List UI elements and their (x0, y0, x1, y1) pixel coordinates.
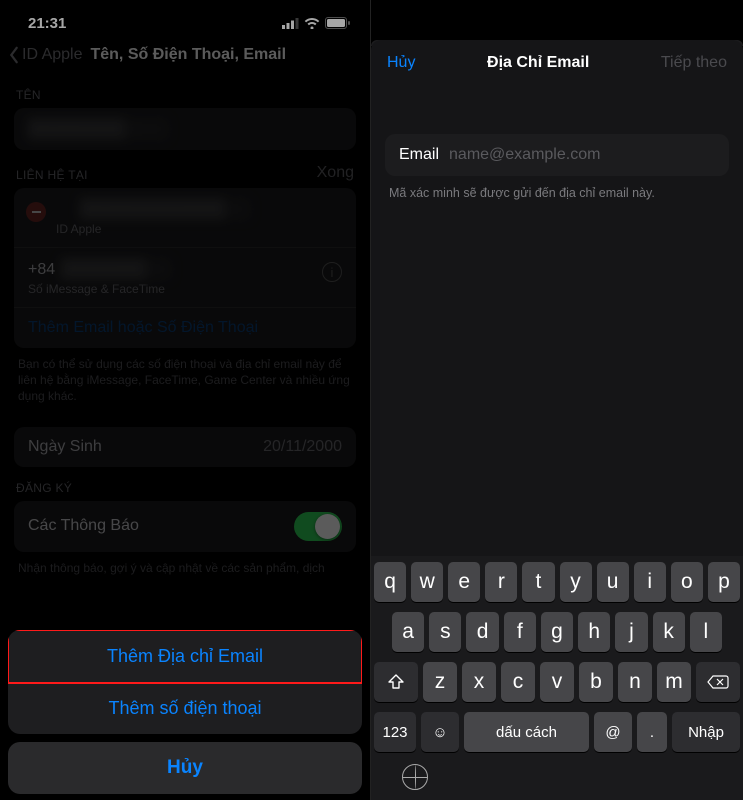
key-space[interactable]: dấu cách (464, 712, 589, 752)
email-placeholder[interactable]: name@example.com (449, 146, 600, 164)
key-e[interactable]: e (448, 562, 480, 602)
key-a[interactable]: a (392, 612, 424, 652)
modal-nav: Hủy Địa Chỉ Email Tiếp theo (371, 40, 743, 84)
add-email-button[interactable]: Thêm Địa chỉ Email (8, 630, 362, 684)
email-input-row[interactable]: Email name@example.com (385, 134, 729, 176)
key-o[interactable]: o (671, 562, 703, 602)
modal-cancel-button[interactable]: Hủy (387, 54, 415, 72)
key-s[interactable]: s (429, 612, 461, 652)
shift-icon (387, 674, 405, 690)
key-g[interactable]: g (541, 612, 573, 652)
key-t[interactable]: t (522, 562, 554, 602)
key-shift[interactable] (374, 662, 418, 702)
key-dot[interactable]: . (637, 712, 667, 752)
key-x[interactable]: x (462, 662, 496, 702)
kb-row2: a s d f g h j k l (374, 612, 740, 652)
key-r[interactable]: r (485, 562, 517, 602)
modal-sheet: Hủy Địa Chỉ Email Tiếp theo Email name@e… (371, 40, 743, 800)
key-f[interactable]: f (504, 612, 536, 652)
kb-bottom-row (374, 762, 740, 794)
key-u[interactable]: u (597, 562, 629, 602)
email-hint: Mã xác minh sẽ được gửi đến địa chỉ emai… (371, 176, 743, 200)
key-d[interactable]: d (466, 612, 498, 652)
kb-row1: q w e r t y u i o p (374, 562, 740, 602)
key-c[interactable]: c (501, 662, 535, 702)
key-h[interactable]: h (578, 612, 610, 652)
add-phone-button[interactable]: Thêm số điện thoại (8, 683, 362, 734)
globe-icon[interactable] (402, 764, 428, 790)
key-k[interactable]: k (653, 612, 685, 652)
action-sheet: Thêm Địa chỉ Email Thêm số điện thoại Hủ… (8, 630, 362, 794)
key-enter[interactable]: Nhập (672, 712, 740, 752)
key-q[interactable]: q (374, 562, 406, 602)
key-at[interactable]: @ (594, 712, 632, 752)
keyboard: q w e r t y u i o p a s d f g h j k l (371, 556, 743, 800)
key-y[interactable]: y (560, 562, 592, 602)
key-m[interactable]: m (657, 662, 691, 702)
key-w[interactable]: w (411, 562, 443, 602)
key-n[interactable]: n (618, 662, 652, 702)
key-emoji[interactable]: ☺ (421, 712, 459, 752)
modal-next-button[interactable]: Tiếp theo (661, 54, 727, 72)
key-l[interactable]: l (690, 612, 722, 652)
key-i[interactable]: i (634, 562, 666, 602)
email-label: Email (399, 146, 439, 164)
kb-row3: z x c v b n m (374, 662, 740, 702)
kb-row4: 123 ☺ dấu cách @ . Nhập (374, 712, 740, 752)
key-numbers[interactable]: 123 (374, 712, 416, 752)
key-b[interactable]: b (579, 662, 613, 702)
key-p[interactable]: p (708, 562, 740, 602)
backspace-icon (707, 675, 729, 689)
cancel-button[interactable]: Hủy (8, 742, 362, 794)
modal-title: Địa Chỉ Email (487, 54, 589, 72)
key-backspace[interactable] (696, 662, 740, 702)
key-j[interactable]: j (615, 612, 647, 652)
key-v[interactable]: v (540, 662, 574, 702)
key-z[interactable]: z (423, 662, 457, 702)
